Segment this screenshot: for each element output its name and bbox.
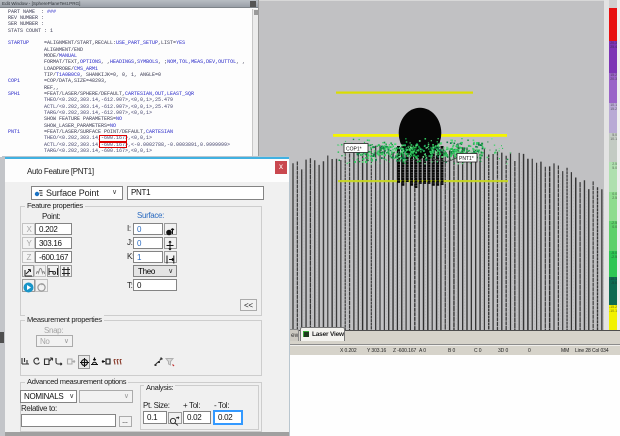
svg-text:COP1*: COP1*: [346, 147, 362, 153]
svg-text:PNT1*: PNT1*: [459, 156, 474, 162]
